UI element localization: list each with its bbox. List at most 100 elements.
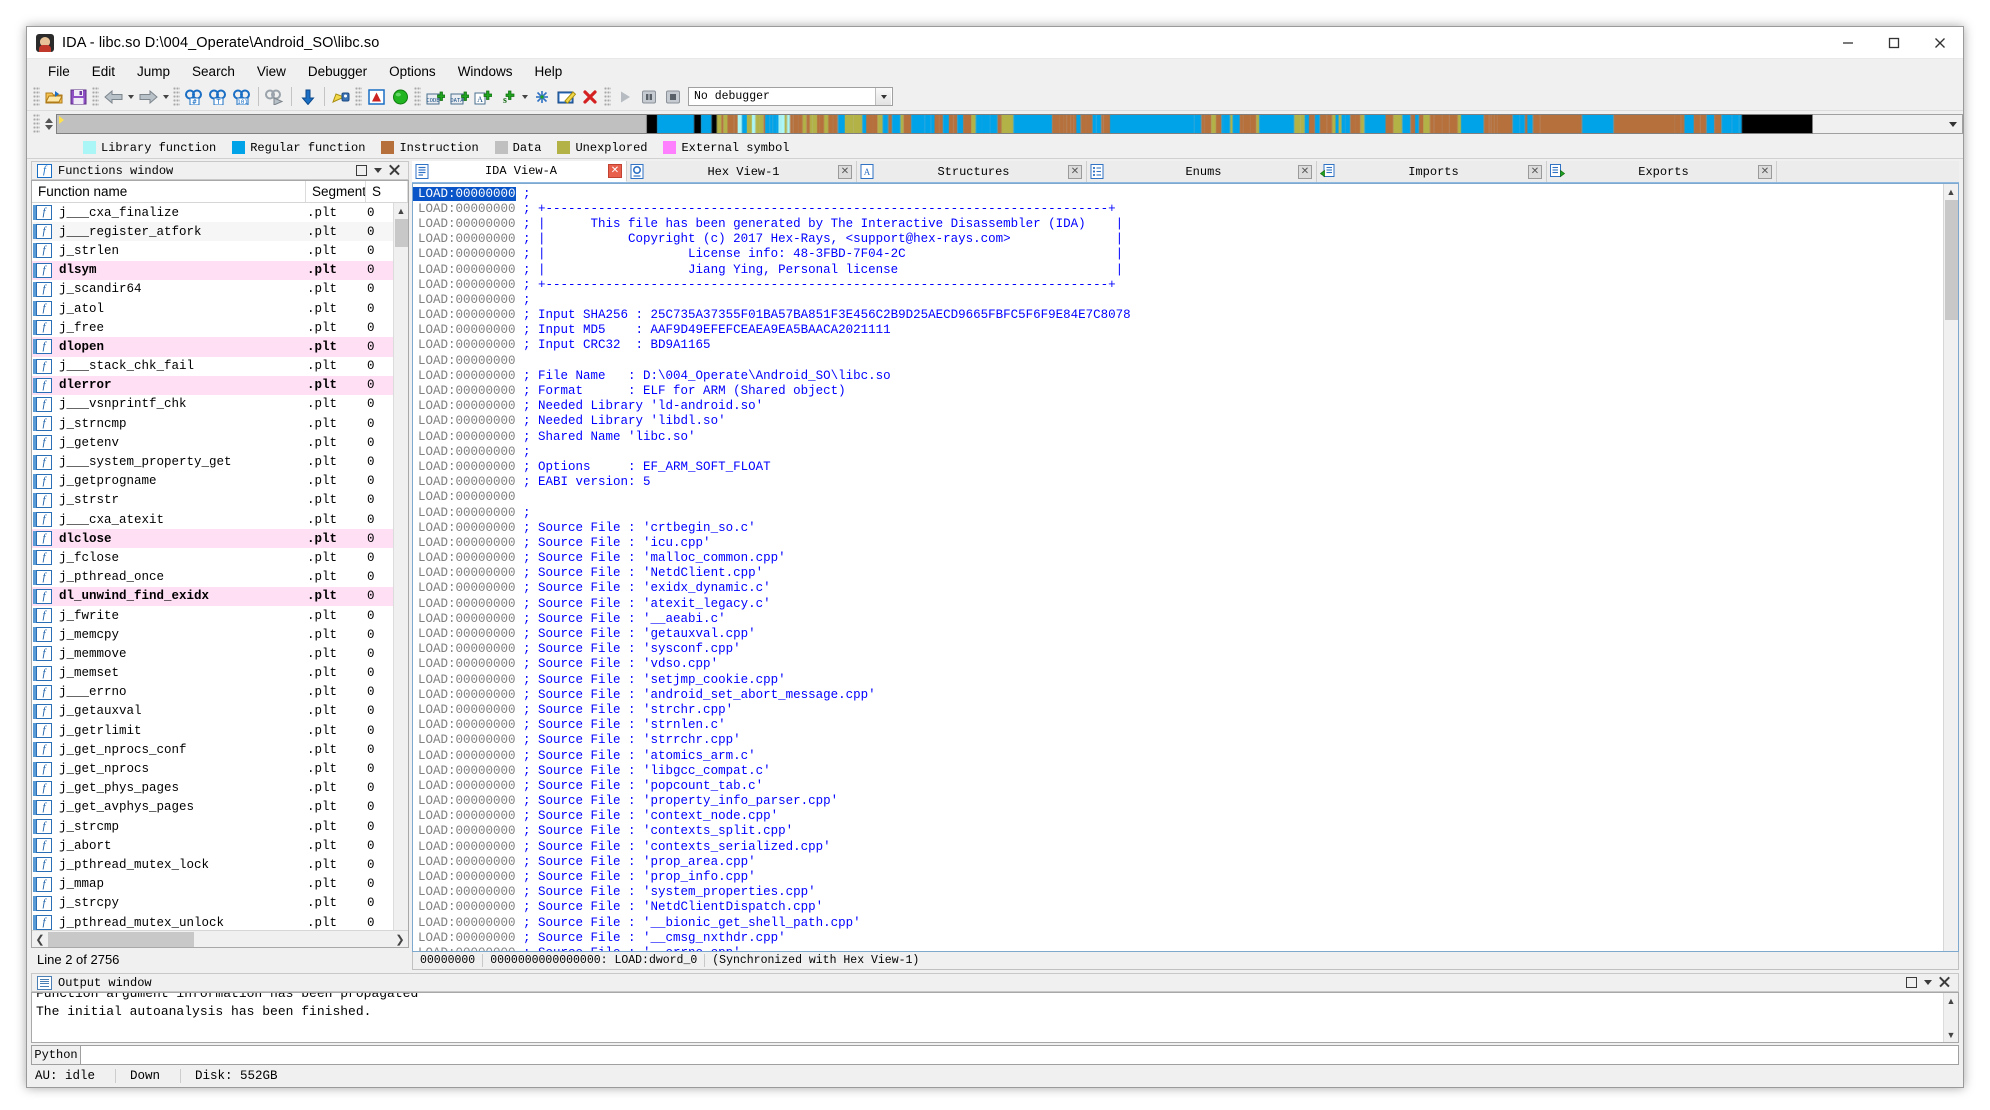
disassembly-line[interactable]: LOAD:00000000 ; Needed Library 'ld-andro… bbox=[413, 399, 1943, 414]
disassembly-line[interactable]: LOAD:00000000 ; File Name : D:\004_Opera… bbox=[413, 368, 1943, 383]
maximize-icon[interactable] bbox=[356, 165, 367, 176]
chevron-down-icon[interactable] bbox=[374, 168, 382, 173]
tab-hex-view-1[interactable]: Hex View-1 ✕ bbox=[627, 161, 857, 182]
disassembly-line[interactable]: LOAD:00000000 bbox=[413, 353, 1943, 368]
make-struct-dropdown-icon[interactable] bbox=[519, 86, 530, 108]
undefine-icon[interactable] bbox=[579, 86, 601, 108]
disassembly-line[interactable]: LOAD:00000000 ; Source File : 'atomics_a… bbox=[413, 748, 1943, 763]
menu-help[interactable]: Help bbox=[523, 62, 573, 81]
toolbar-grip-2[interactable] bbox=[92, 86, 99, 107]
table-row[interactable]: f j___stack_chk_fail .plt 0 bbox=[32, 357, 408, 376]
table-row[interactable]: f j_fclose .plt 0 bbox=[32, 548, 408, 567]
disassembly-line[interactable]: LOAD:00000000 ; Needed Library 'libdl.so… bbox=[413, 414, 1943, 429]
debugger-selector[interactable]: No debugger bbox=[688, 87, 893, 106]
disassembly-line[interactable]: LOAD:00000000 ; | Copyright (c) 2017 Hex… bbox=[413, 232, 1943, 247]
navigate-forward-dropdown-icon[interactable] bbox=[160, 86, 171, 108]
minimize-button[interactable] bbox=[1825, 27, 1871, 58]
maximize-button[interactable] bbox=[1871, 27, 1917, 58]
table-row[interactable]: f j_abort .plt 0 bbox=[32, 836, 408, 855]
search-next-icon[interactable] bbox=[264, 86, 286, 108]
disassembly-vertical-scrollbar[interactable]: ▲ bbox=[1943, 184, 1958, 951]
table-row[interactable]: f j_getauxval .plt 0 bbox=[32, 702, 408, 721]
table-row[interactable]: f j_fwrite .plt 0 bbox=[32, 606, 408, 625]
navigator-cursor[interactable] bbox=[59, 115, 66, 133]
make-ascii-icon[interactable]: A bbox=[472, 86, 494, 108]
disassembly-line[interactable]: LOAD:00000000 ; Source File : '__aeabi.c… bbox=[413, 611, 1943, 626]
table-row[interactable]: f j___register_atfork .plt 0 bbox=[32, 222, 408, 242]
make-array-icon[interactable] bbox=[531, 86, 553, 108]
disassembly-line[interactable]: LOAD:00000000 ; Source File : 'NetdClien… bbox=[413, 566, 1943, 581]
table-row[interactable]: f j_get_nprocs_conf .plt 0 bbox=[32, 740, 408, 759]
table-row[interactable]: f j_pthread_mutex_unlock .plt 0 bbox=[32, 913, 408, 930]
disassembly-line[interactable]: LOAD:00000000 ; | Jiang Ying, Personal l… bbox=[413, 262, 1943, 277]
table-row[interactable]: f j_memcpy .plt 0 bbox=[32, 625, 408, 644]
tab-close-icon[interactable]: ✕ bbox=[1068, 164, 1082, 179]
tab-enums[interactable]: Enums ✕ bbox=[1087, 161, 1317, 182]
disassembly-line[interactable]: LOAD:00000000 ; bbox=[413, 186, 1943, 201]
disassembly-line[interactable]: LOAD:00000000 ; Source File : 'contexts_… bbox=[413, 839, 1943, 854]
table-row[interactable]: f j_get_avphys_pages .plt 0 bbox=[32, 798, 408, 817]
disassembly-line[interactable]: LOAD:00000000 ; Source File : 'context_n… bbox=[413, 809, 1943, 824]
close-icon[interactable] bbox=[389, 165, 400, 176]
disassembly-line[interactable]: LOAD:00000000 ; Source File : 'vdso.cpp' bbox=[413, 657, 1943, 672]
tab-close-icon[interactable]: ✕ bbox=[1528, 164, 1542, 179]
scroll-up-icon[interactable]: ▲ bbox=[1944, 993, 1959, 1008]
disassembly-line[interactable]: LOAD:00000000 ; Source File : 'strrchr.c… bbox=[413, 733, 1943, 748]
menu-file[interactable]: File bbox=[37, 62, 81, 81]
tab-close-icon[interactable]: ✕ bbox=[1758, 164, 1772, 179]
close-button[interactable] bbox=[1917, 27, 1963, 58]
tab-ida-view-a[interactable]: IDA View-A ✕ bbox=[412, 161, 627, 182]
output-vertical-scrollbar[interactable]: ▲ ▼ bbox=[1943, 993, 1958, 1042]
column-header-function-name[interactable]: Function name bbox=[32, 181, 306, 202]
disassembly-line[interactable]: LOAD:00000000 ; Source File : 'popcount_… bbox=[413, 778, 1943, 793]
pause-icon[interactable] bbox=[638, 86, 660, 108]
table-row[interactable]: f j_free .plt 0 bbox=[32, 318, 408, 337]
table-row[interactable]: f dlopen .plt 0 bbox=[32, 337, 408, 357]
search-hex-icon[interactable]: # bbox=[183, 86, 205, 108]
disassembly-line[interactable]: LOAD:00000000 ; Input SHA256 : 25C735A37… bbox=[413, 308, 1943, 323]
table-row[interactable]: f dlsym .plt 0 bbox=[32, 260, 408, 280]
disassembly-line[interactable]: LOAD:00000000 ; Input CRC32 : BD9A1165 bbox=[413, 338, 1943, 353]
disassembly-line[interactable]: LOAD:00000000 ; Source File : '__errno.c… bbox=[413, 945, 1943, 951]
make-code-icon[interactable]: CODE bbox=[424, 86, 446, 108]
output-log[interactable]: Function argument information has been p… bbox=[31, 992, 1959, 1043]
table-row[interactable]: f j___system_property_get .plt 0 bbox=[32, 452, 408, 471]
toolbar-grip-6[interactable] bbox=[604, 86, 611, 107]
table-row[interactable]: f j_getenv .plt 0 bbox=[32, 433, 408, 452]
disassembly-line[interactable]: LOAD:00000000 ; bbox=[413, 444, 1943, 459]
disassembly-line[interactable]: LOAD:00000000 ; Source File : 'prop_info… bbox=[413, 869, 1943, 884]
tab-structures[interactable]: A Structures ✕ bbox=[857, 161, 1087, 182]
output-window-caption[interactable]: Output window bbox=[31, 973, 1959, 992]
disassembly-line[interactable]: LOAD:00000000 ; Source File : 'getauxval… bbox=[413, 626, 1943, 641]
disassembly-line[interactable]: LOAD:00000000 ; Format : ELF for ARM (Sh… bbox=[413, 383, 1943, 398]
scroll-down-icon[interactable]: ▼ bbox=[1944, 1027, 1959, 1042]
disassembly-line[interactable]: LOAD:00000000 ; Source File : 'setjmp_co… bbox=[413, 672, 1943, 687]
functions-window-caption[interactable]: f Functions window bbox=[31, 161, 409, 180]
navigator-band[interactable] bbox=[56, 114, 1813, 134]
disassembly-line[interactable]: LOAD:00000000 ; EABI version: 5 bbox=[413, 475, 1943, 490]
disassembly-line[interactable]: LOAD:00000000 ; Source File : 'libgcc_co… bbox=[413, 763, 1943, 778]
chevron-down-icon[interactable] bbox=[1945, 115, 1961, 133]
close-icon[interactable] bbox=[1939, 977, 1950, 988]
table-row[interactable]: f j_scandir64 .plt 0 bbox=[32, 280, 408, 299]
table-row[interactable]: f j_getrlimit .plt 0 bbox=[32, 721, 408, 740]
cli-language-button[interactable]: Python bbox=[31, 1045, 81, 1065]
functions-list-vertical-scrollbar[interactable]: ▲ bbox=[393, 203, 408, 930]
disassembly-line[interactable]: LOAD:00000000 ; Source File : 'malloc_co… bbox=[413, 551, 1943, 566]
disassembly-line[interactable]: LOAD:00000000 ; | This file has been gen… bbox=[413, 216, 1943, 231]
disassembly-line[interactable]: LOAD:00000000 ; Source File : 'strchr.cp… bbox=[413, 702, 1943, 717]
chevron-down-icon[interactable] bbox=[875, 88, 891, 105]
disassembly-line[interactable]: LOAD:00000000 ; Options : EF_ARM_SOFT_FL… bbox=[413, 459, 1943, 474]
disassembly-line[interactable]: LOAD:00000000 ; Source File : 'prop_area… bbox=[413, 854, 1943, 869]
disassembly-line[interactable]: LOAD:00000000 ; Source File : 'system_pr… bbox=[413, 885, 1943, 900]
disassembly-line[interactable]: LOAD:00000000 ; +-----------------------… bbox=[413, 277, 1943, 292]
table-row[interactable]: f j_getprogname .plt 0 bbox=[32, 472, 408, 491]
tab-imports[interactable]: Imports ✕ bbox=[1317, 161, 1547, 182]
table-row[interactable]: f j_memset .plt 0 bbox=[32, 664, 408, 683]
make-struct-icon[interactable]: s bbox=[496, 86, 518, 108]
navigator-grip[interactable] bbox=[33, 114, 40, 134]
edit-function-icon[interactable] bbox=[330, 86, 352, 108]
scroll-thumb[interactable] bbox=[48, 931, 194, 947]
scroll-up-icon[interactable]: ▲ bbox=[394, 203, 409, 218]
disassembly-line[interactable]: LOAD:00000000 ; Source File : 'contexts_… bbox=[413, 824, 1943, 839]
